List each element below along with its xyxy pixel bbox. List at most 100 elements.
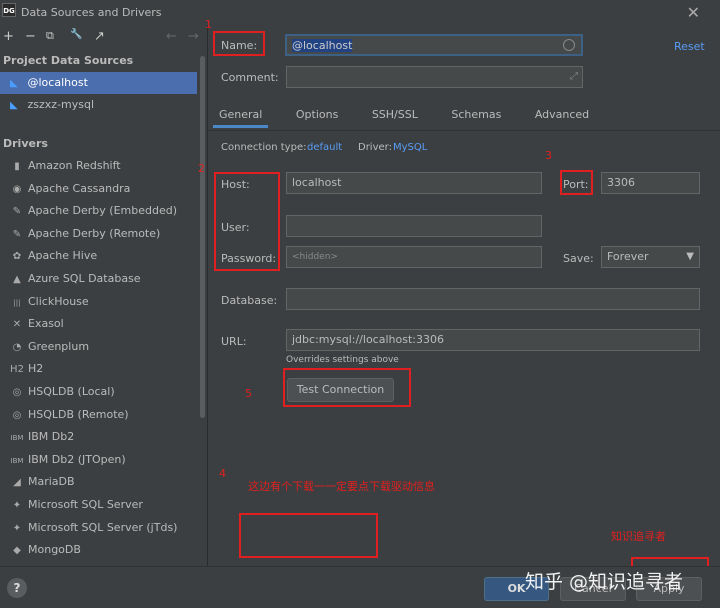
driver-item[interactable]: ◎ HSQLDB (Remote) [0,404,207,427]
annotation-box-port [560,170,593,195]
password-input[interactable]: <hidden> [286,246,542,268]
tab-ssh-ssl[interactable]: SSH/SSL [366,104,424,125]
forward-arrow-icon[interactable]: → [188,29,199,44]
annotation-box-credentials [214,172,280,271]
driver-label: HSQLDB (Local) [28,384,115,398]
watermark: 知乎 @知识追寻者 [525,571,684,593]
wrench-icon[interactable]: 🔧 [70,29,82,40]
driver-item[interactable]: ▮ Amazon Redshift [0,155,207,178]
driver-item[interactable]: ✦ Microsoft SQL Server (jTds) [0,517,207,540]
driver-item[interactable]: IBM IBM Db2 [0,426,207,449]
tab-options[interactable]: Options [290,104,344,125]
tab-advanced[interactable]: Advanced [529,104,595,125]
app-logo-icon: DG [2,3,16,17]
driver-item[interactable]: ✎ Apache Derby (Remote) [0,223,207,246]
close-icon[interactable]: ✕ [687,3,700,22]
port-input[interactable]: 3306 [601,172,700,194]
connection-type-label: Connection type: [221,142,307,153]
url-label: URL: [221,335,247,348]
driver-item[interactable]: ◉ Apache Cassandra [0,178,207,201]
name-value: @localhost [292,39,353,52]
ibm-icon: IBM [10,434,24,443]
database-label: Database: [221,294,278,307]
tab-divider [208,130,720,131]
user-input[interactable] [286,215,542,237]
data-source-item-zszxz-mysql[interactable]: ◣ zszxz-mysql [0,94,207,116]
annotation-number: 5 [245,387,252,400]
driver-item[interactable]: ✿ Apache Hive [0,245,207,268]
exasol-icon: ✕ [12,319,22,331]
annotation-number: 3 [545,149,552,162]
driver-label: MongoDB [28,543,81,557]
data-source-item-localhost[interactable]: ◣ @localhost [0,72,197,94]
url-note: Overrides settings above [286,355,399,365]
annotation-author: 知识追寻者 [611,530,666,543]
driver-item[interactable]: ◆ MongoDB [0,539,207,562]
driver-item[interactable]: ▲ Azure SQL Database [0,268,207,291]
driver-item[interactable]: ◔ Greenplum [0,336,207,359]
driver-label: IBM Db2 [28,430,75,444]
driver-label: Exasol [28,317,64,331]
back-arrow-icon[interactable]: ← [166,29,177,44]
name-input[interactable]: @localhost [285,34,583,56]
annotation-box-download [239,513,378,558]
driver-item[interactable]: ✎ Apache Derby (Embedded) [0,200,207,223]
mssql-icon: ✦ [12,499,22,511]
azure-icon: ▲ [13,273,21,285]
remove-icon[interactable]: − [25,29,36,44]
driver-label: Driver: [358,142,392,153]
chevron-down-icon: ▼ [686,251,694,262]
host-input[interactable]: localhost [286,172,542,194]
copy-icon[interactable]: ⧉ [46,29,54,43]
driver-label: H2 [28,362,44,376]
save-select[interactable]: Forever ▼ [601,246,700,268]
greenplum-icon: ◔ [12,341,22,353]
connection-type-link[interactable]: default [307,142,342,153]
driver-label: Microsoft SQL Server [28,497,143,511]
annotation-box-test [283,368,411,407]
driver-label: Microsoft SQL Server (jTds) [28,520,178,534]
help-icon[interactable]: ? [7,578,27,598]
add-icon[interactable]: + [3,29,14,44]
sidebar-scrollbar[interactable] [200,56,205,418]
data-source-label: zszxz-mysql [27,98,95,111]
data-source-label: @localhost [27,76,88,89]
expand-icon[interactable]: ⤢ [570,67,578,87]
mariadb-icon: ◢ [13,477,21,489]
mysql-icon: ◣ [10,100,18,111]
color-circle-icon[interactable] [563,39,575,51]
url-input[interactable]: jdbc:mysql://localhost:3306 [286,329,700,351]
mssql-icon: ✦ [12,522,22,534]
driver-label: Azure SQL Database [28,271,141,285]
driver-list: ▮ Amazon Redshift ◉ Apache Cassandra ✎ Apache… [0,155,207,562]
mysql-icon: ◣ [10,78,18,89]
edit-icon[interactable]: ↗ [94,29,105,44]
driver-item[interactable]: ||| ClickHouse [0,291,207,314]
driver-item[interactable]: H2 H2 [0,358,207,381]
window-title: Data Sources and Drivers [21,6,162,19]
annotation-note: 这边有个下载一一定要点下载驱动信息 [248,480,435,493]
driver-label: Apache Derby (Embedded) [28,204,177,218]
sidebar: + − ⧉ 🔧 ↗ ← → Project Data Sources ◣ @lo… [0,26,207,566]
driver-label: HSQLDB (Remote) [28,407,129,421]
driver-item[interactable]: ✦ Microsoft SQL Server [0,494,207,517]
driver-item[interactable]: IBM IBM Db2 (JTOpen) [0,449,207,472]
mongodb-icon: ◆ [13,545,21,557]
driver-item[interactable]: ◎ HSQLDB (Local) [0,381,207,404]
driver-item[interactable]: ✕ Exasol [0,313,207,336]
driver-link[interactable]: MySQL [393,142,427,153]
hsqldb-icon: ◎ [12,409,22,421]
driver-item[interactable]: ◢ MariaDB [0,471,207,494]
driver-label: Greenplum [28,339,90,353]
reset-link[interactable]: Reset [674,40,705,53]
database-input[interactable] [286,288,700,310]
save-select-value: Forever [607,250,649,263]
annotation-number: 2 [198,162,205,175]
tab-general[interactable]: General [213,104,269,128]
tab-schemas[interactable]: Schemas [445,104,507,125]
annotation-box-name [213,31,265,56]
comment-input[interactable]: ⤢ [286,66,583,88]
driver-label: IBM Db2 (JTOpen) [28,452,126,466]
clickhouse-icon: ||| [13,298,21,307]
driver-label: Apache Cassandra [28,181,131,195]
